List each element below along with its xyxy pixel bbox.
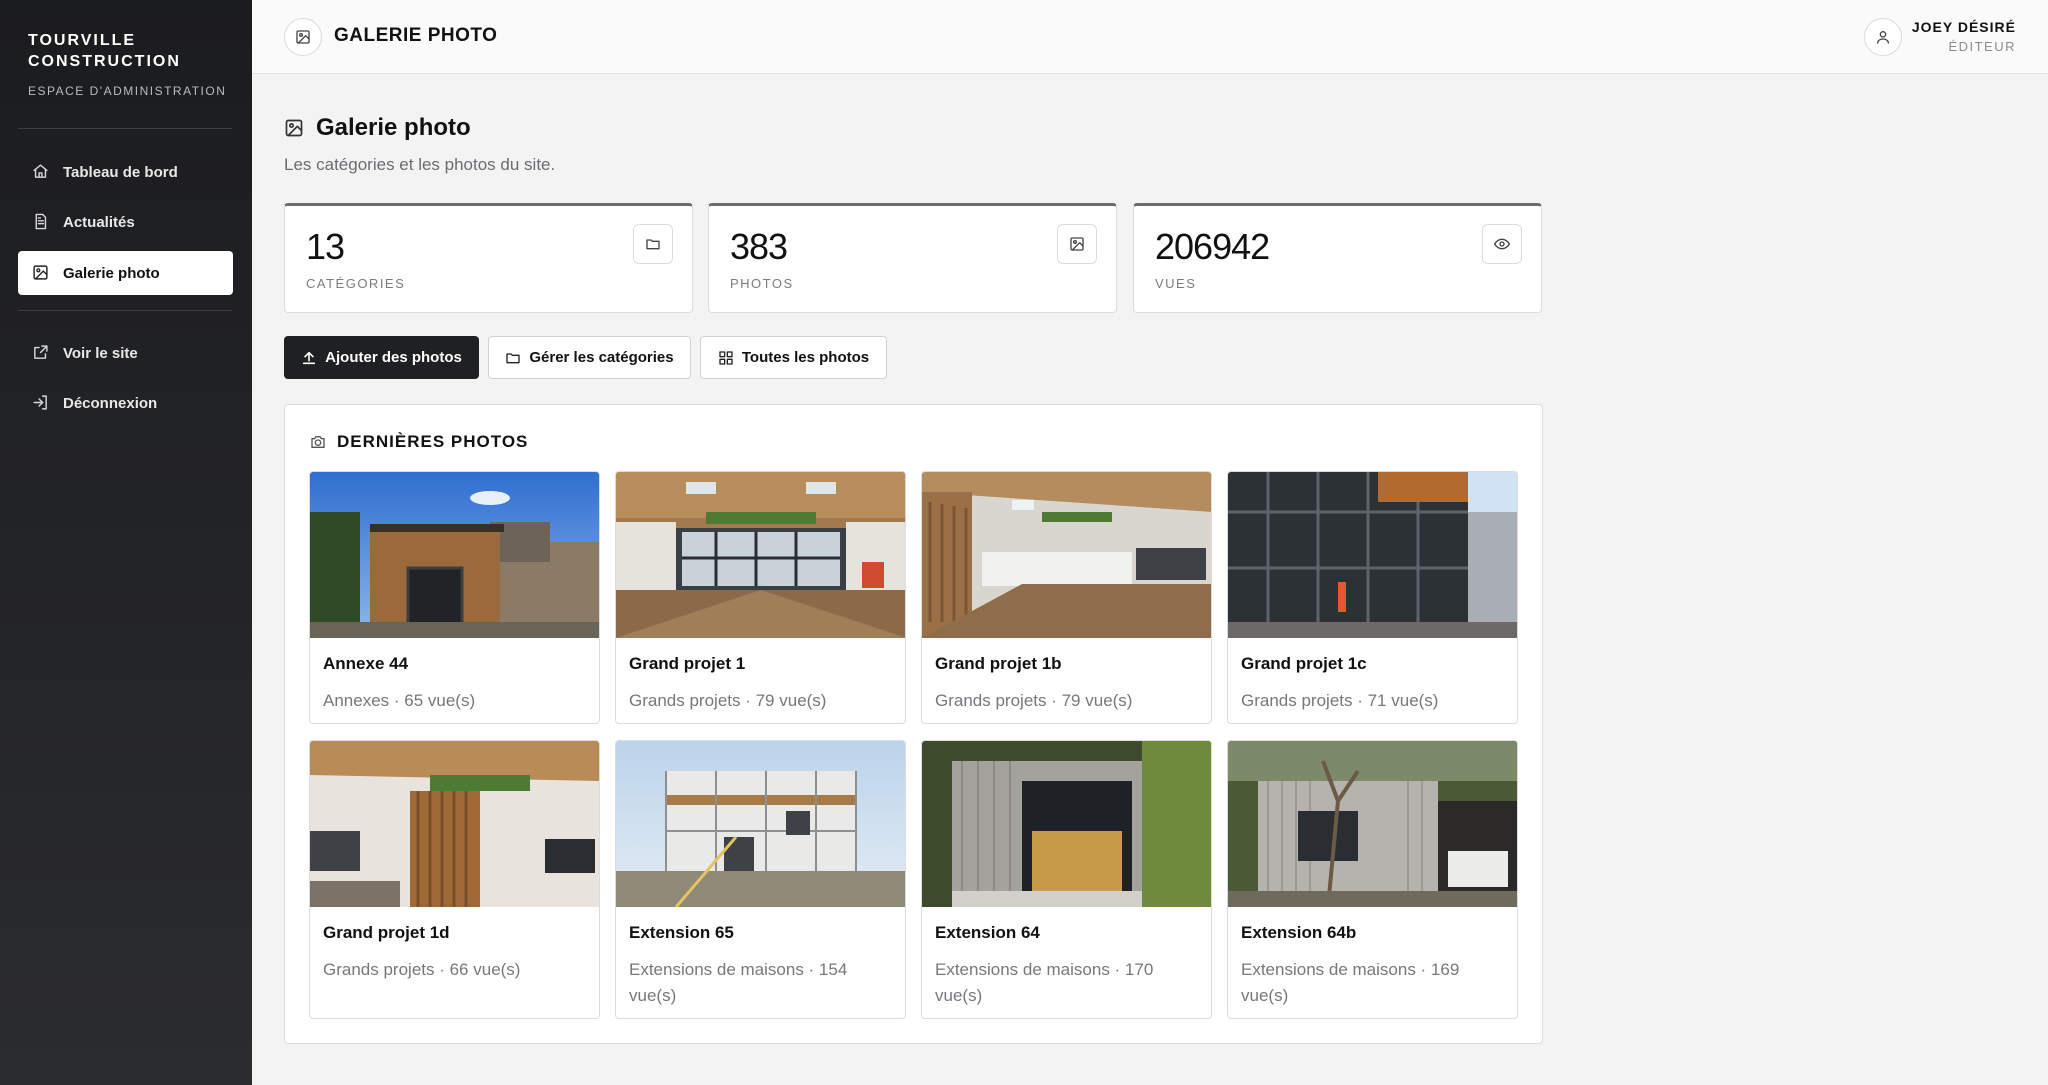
logout-icon: [32, 394, 50, 412]
photo-title: Grand projet 1d: [323, 923, 450, 942]
user-name: JOEY DÉSIRÉ: [1911, 19, 2016, 35]
folder-icon: [505, 350, 521, 366]
stat-value: 13: [306, 226, 345, 267]
page-title: Galerie photo: [316, 114, 471, 141]
manage-categories-button[interactable]: Gérer les catégories: [488, 336, 691, 379]
photo-card[interactable]: Grand projet 1c Grands projets · 71 vue(…: [1227, 471, 1518, 724]
sidebar-item-logout[interactable]: Déconnexion: [18, 381, 233, 425]
photo-card[interactable]: Extension 64 Extensions de maisons · 170…: [921, 740, 1212, 1019]
external-link-icon: [32, 344, 50, 362]
sidebar-divider: [18, 128, 232, 129]
header-title: GALERIE PHOTO: [334, 25, 498, 46]
photo-thumbnail: [310, 472, 599, 638]
brand-subtitle: ESPACE D'ADMINISTRATION: [28, 84, 227, 98]
add-photos-label: Ajouter des photos: [325, 349, 462, 366]
photo-title: Extension 64b: [1241, 923, 1357, 942]
sidebar-item-dashboard[interactable]: Tableau de bord: [18, 150, 233, 194]
photo-card[interactable]: Extension 64b Extensions de maisons · 16…: [1227, 740, 1518, 1019]
photo-meta: Grands projets · 79 vue(s): [629, 691, 827, 710]
photo-card[interactable]: Annexe 44 Annexes · 65 vue(s): [309, 471, 600, 724]
sidebar-item-label: Actualités: [63, 213, 135, 231]
stat-label: CATÉGORIES: [306, 276, 406, 291]
latest-photos-heading: DERNIÈRES PHOTOS: [310, 432, 528, 452]
header-image-icon: [284, 18, 322, 56]
photo-thumbnail: [922, 472, 1211, 638]
photo-title: Grand projet 1b: [935, 654, 1062, 673]
sidebar-item-label: Galerie photo: [63, 264, 160, 282]
photo-title: Annexe 44: [323, 654, 409, 673]
photo-thumbnail: [1228, 472, 1517, 638]
image-icon: [284, 118, 304, 138]
stat-label: VUES: [1155, 276, 1197, 291]
stat-card-views: 206942 VUES: [1133, 203, 1542, 313]
user-role: ÉDITEUR: [1948, 39, 2016, 54]
eye-icon: [1482, 224, 1522, 264]
photo-thumbnail: [922, 741, 1211, 907]
photo-card[interactable]: Grand projet 1b Grands projets · 79 vue(…: [921, 471, 1212, 724]
photo-card[interactable]: Extension 65 Extensions de maisons · 154…: [615, 740, 906, 1019]
stat-value: 206942: [1155, 226, 1270, 267]
page-heading: Galerie photo: [284, 114, 471, 142]
stat-value: 383: [730, 226, 788, 267]
all-photos-button[interactable]: Toutes les photos: [700, 336, 887, 379]
sidebar-item-news[interactable]: Actualités: [18, 200, 233, 244]
stat-card-photos: 383 PHOTOS: [708, 203, 1117, 313]
image-icon: [32, 264, 50, 282]
photo-meta: Grands projets · 79 vue(s): [935, 691, 1133, 710]
latest-photos-title: DERNIÈRES PHOTOS: [337, 432, 529, 451]
manage-categories-label: Gérer les catégories: [529, 349, 674, 366]
page-subtitle: Les catégories et les photos du site.: [284, 155, 556, 174]
photo-thumbnail: [616, 741, 905, 907]
sidebar-item-label: Tableau de bord: [63, 163, 178, 181]
photo-card[interactable]: Grand projet 1d Grands projets · 66 vue(…: [309, 740, 600, 1019]
photo-meta: Extensions de maisons · 170 vue(s): [935, 960, 1154, 1005]
photo-title: Extension 64: [935, 923, 1040, 942]
sidebar-divider: [18, 310, 232, 311]
stat-card-categories: 13 CATÉGORIES: [284, 203, 693, 313]
image-icon: [1057, 224, 1097, 264]
photo-meta: Grands projets · 66 vue(s): [323, 960, 521, 979]
all-photos-label: Toutes les photos: [741, 349, 870, 366]
upload-icon: [301, 350, 317, 366]
stat-label: PHOTOS: [730, 276, 794, 291]
photo-title: Grand projet 1c: [1241, 654, 1367, 673]
photo-card[interactable]: Grand projet 1 Grands projets · 79 vue(s…: [615, 471, 906, 724]
brand-name-line2: CONSTRUCTION: [28, 53, 181, 70]
photo-meta: Grands projets · 71 vue(s): [1241, 691, 1439, 710]
photo-meta: Extensions de maisons · 154 vue(s): [629, 960, 848, 1005]
photo-thumbnail: [310, 741, 599, 907]
camera-icon: [310, 434, 326, 450]
photo-thumbnail: [616, 472, 905, 638]
brand-name-line1: TOURVILLE: [28, 32, 137, 49]
sidebar-item-label: Voir le site: [63, 344, 138, 362]
brand: TOURVILLE CONSTRUCTION ESPACE D'ADMINIST…: [28, 30, 228, 98]
add-photos-button[interactable]: Ajouter des photos: [284, 336, 479, 379]
photo-meta: Annexes · 65 vue(s): [323, 691, 476, 710]
grid-icon: [718, 350, 734, 366]
photo-thumbnail: [1228, 741, 1517, 907]
sidebar-item-label: Déconnexion: [63, 394, 158, 412]
photo-title: Extension 65: [629, 923, 734, 942]
top-header: GALERIE PHOTO JOEY DÉSIRÉ ÉDITEUR: [252, 0, 2048, 74]
sidebar-item-view-site[interactable]: Voir le site: [18, 331, 233, 375]
folder-icon: [633, 224, 673, 264]
photo-title: Grand projet 1: [629, 654, 746, 673]
photo-meta: Extensions de maisons · 169 vue(s): [1241, 960, 1460, 1005]
document-icon: [32, 213, 50, 231]
latest-photos-panel: DERNIÈRES PHOTOS Annexe 44 Annexes · 65 …: [284, 404, 1543, 1044]
home-icon: [32, 163, 50, 181]
sidebar-item-gallery[interactable]: Galerie photo: [18, 251, 233, 295]
user-avatar-icon[interactable]: [1864, 18, 1902, 56]
sidebar: TOURVILLE CONSTRUCTION ESPACE D'ADMINIST…: [0, 0, 252, 1085]
